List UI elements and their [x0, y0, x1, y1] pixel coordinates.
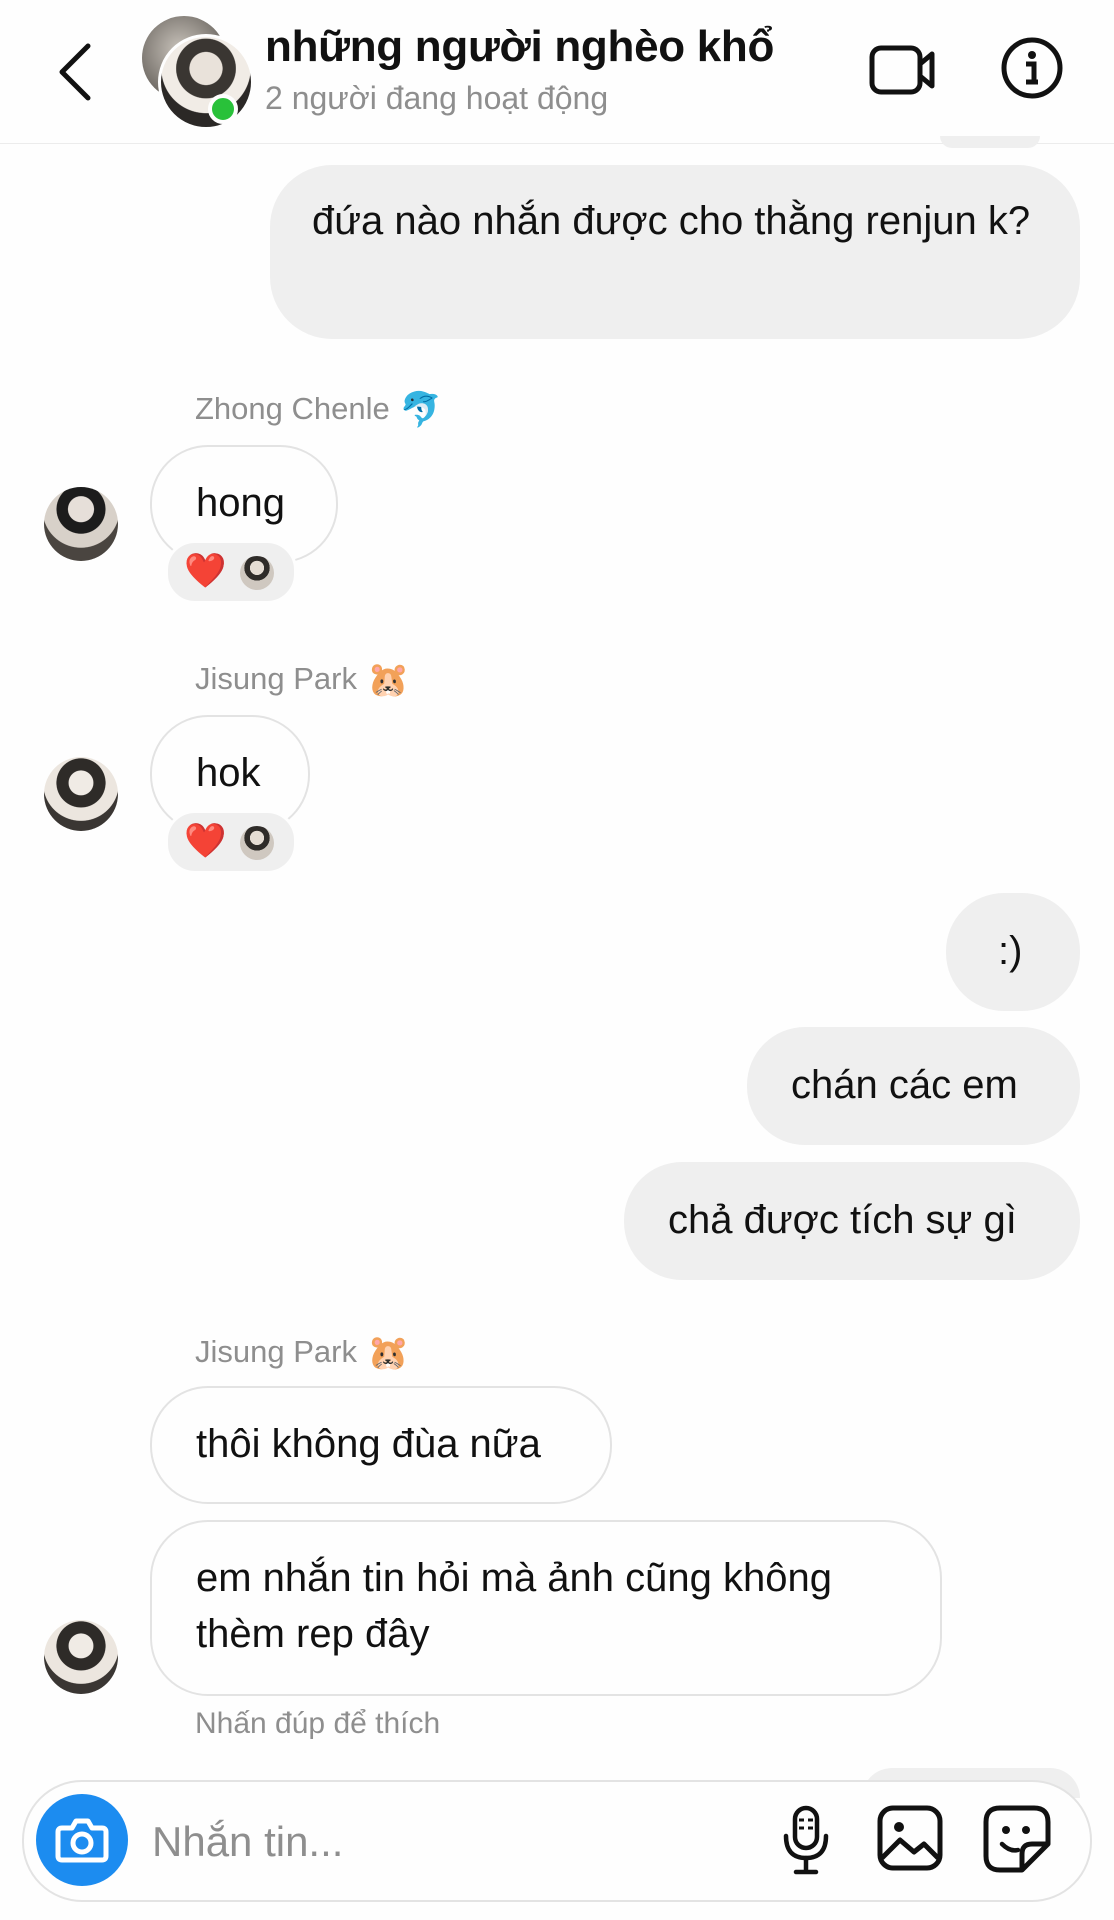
avatar[interactable]: [44, 487, 118, 561]
avatar[interactable]: [44, 1620, 118, 1694]
back-button[interactable]: [52, 36, 100, 108]
message-text: :): [998, 929, 1023, 973]
message-text: đứa nào nhắn được cho thằng renjun k?: [312, 199, 1031, 243]
gallery-button[interactable]: [876, 1804, 944, 1872]
info-icon: [1001, 37, 1063, 99]
hamster-emoji: 🐹: [366, 1334, 410, 1372]
back-arrow-icon: [59, 43, 91, 101]
sender-name-text: Zhong Chenle: [195, 391, 390, 426]
sender-name: Zhong Chenle 🐬: [195, 390, 442, 430]
microphone-icon: [783, 1805, 829, 1875]
video-call-button[interactable]: [868, 40, 938, 100]
sender-name: Jisung Park 🐹: [195, 660, 409, 700]
message-bubble-incoming[interactable]: em nhắn tin hỏi mà ảnh cũng không thèm r…: [150, 1520, 942, 1696]
message-text: thôi không đùa nữa: [196, 1422, 541, 1466]
sender-name-text: Jisung Park: [195, 661, 357, 696]
sticker-icon: [983, 1805, 1051, 1873]
sender-name-text: Jisung Park: [195, 1334, 357, 1369]
avatar[interactable]: [44, 757, 118, 831]
gallery-icon: [877, 1805, 943, 1871]
message-composer: [22, 1780, 1092, 1902]
message-text: chả được tích sự gì: [668, 1198, 1017, 1242]
message-bubble-outgoing[interactable]: chán các em: [747, 1027, 1080, 1145]
hamster-emoji: 🐹: [366, 661, 410, 699]
message-input[interactable]: [152, 1812, 712, 1872]
chat-title[interactable]: những người nghèo khổ: [265, 22, 774, 72]
reaction-badge[interactable]: ❤️: [165, 810, 297, 874]
sticker-button[interactable]: [982, 1804, 1052, 1874]
camera-icon: [55, 1818, 109, 1863]
reactor-avatar: [240, 556, 274, 590]
online-status-dot: [208, 94, 238, 124]
voice-message-button[interactable]: [780, 1804, 832, 1876]
double-tap-hint: Nhấn đúp để thích: [195, 1707, 441, 1740]
reactor-avatar: [240, 826, 274, 860]
message-bubble-outgoing[interactable]: đứa nào nhắn được cho thằng renjun k?: [270, 165, 1080, 339]
sender-name: Jisung Park 🐹: [195, 1333, 409, 1373]
message-text: hok: [196, 751, 261, 795]
member-avatar-front: [158, 34, 254, 130]
chat-header: những người nghèo khổ 2 người đang hoạt …: [0, 0, 1114, 144]
active-status: 2 người đang hoạt động: [265, 80, 609, 116]
dolphin-emoji: 🐬: [399, 391, 443, 429]
message-text: chán các em: [791, 1063, 1018, 1107]
partial-message-top: [940, 136, 1040, 148]
message-bubble-outgoing[interactable]: chả được tích sự gì: [624, 1162, 1080, 1280]
info-button[interactable]: [1000, 36, 1064, 100]
message-bubble-outgoing[interactable]: :): [946, 893, 1080, 1011]
camera-button[interactable]: [36, 1794, 128, 1886]
heart-reaction-icon: ❤️: [184, 552, 227, 590]
message-text: em nhắn tin hỏi mà ảnh cũng không thèm r…: [196, 1556, 832, 1656]
group-avatar[interactable]: [140, 16, 254, 130]
reaction-badge[interactable]: ❤️: [165, 540, 297, 604]
heart-reaction-icon: ❤️: [184, 822, 227, 860]
message-text: hong: [196, 481, 285, 525]
video-call-icon: [869, 45, 935, 95]
message-bubble-incoming[interactable]: thôi không đùa nữa: [150, 1386, 612, 1504]
